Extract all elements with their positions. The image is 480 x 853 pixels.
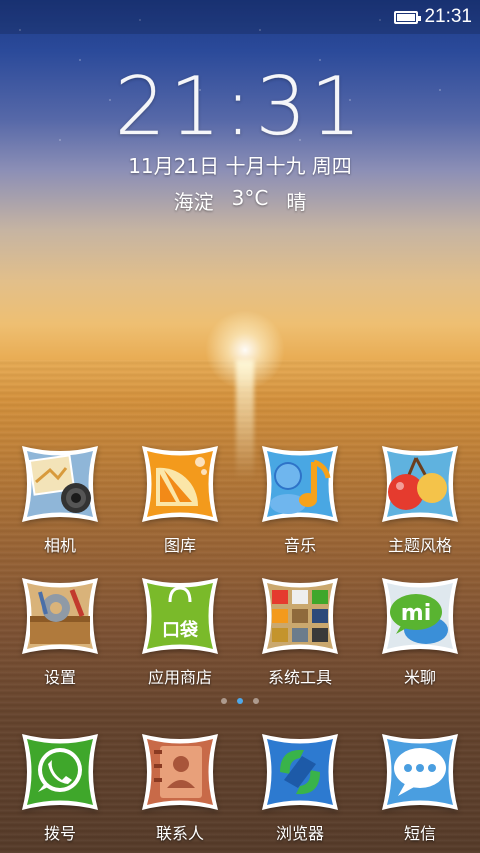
app-label: 主题风格 bbox=[387, 536, 452, 555]
app-store-badge-text: 口袋 bbox=[162, 619, 199, 641]
camera-icon bbox=[16, 440, 104, 528]
app-camera[interactable]: 相机 bbox=[0, 440, 120, 556]
clock-widget-time[interactable]: 21:31 bbox=[0, 61, 480, 152]
weather-temperature: 3°C bbox=[231, 186, 269, 210]
app-label: 相机 bbox=[43, 536, 76, 555]
contacts-icon bbox=[136, 728, 224, 816]
page-dot[interactable] bbox=[253, 698, 259, 704]
status-time: 21:31 bbox=[424, 6, 472, 27]
phone-icon bbox=[16, 728, 104, 816]
app-label: 系统工具 bbox=[267, 668, 332, 687]
app-label: 联系人 bbox=[155, 824, 204, 843]
weather-condition: 晴 bbox=[286, 190, 307, 214]
app-music[interactable]: 音乐 bbox=[240, 440, 360, 556]
miliao-badge-text: mi bbox=[401, 601, 431, 626]
app-label: 米聊 bbox=[403, 668, 436, 687]
dock: 拨号 联系人 浏览器 短信 bbox=[0, 728, 480, 844]
app-gallery[interactable]: 图库 bbox=[120, 440, 240, 556]
app-contacts[interactable]: 联系人 bbox=[120, 728, 240, 844]
app-label: 图库 bbox=[163, 536, 196, 555]
page-dot-active[interactable] bbox=[237, 698, 243, 704]
app-label: 设置 bbox=[43, 668, 76, 687]
app-grid: 相机 图库 音乐 主题风格 设置 口袋 应用商店 系统工具 mi 米聊 bbox=[0, 440, 480, 688]
weather-location: 海淀 bbox=[173, 190, 214, 214]
browser-icon bbox=[256, 728, 344, 816]
app-settings[interactable]: 设置 bbox=[0, 572, 120, 688]
app-label: 拨号 bbox=[43, 824, 76, 843]
app-store-icon: 口袋 bbox=[136, 572, 224, 660]
miliao-icon: mi bbox=[376, 572, 464, 660]
app-messages[interactable]: 短信 bbox=[360, 728, 480, 844]
clock-widget-date: 11月21日 十月十九 周四 bbox=[128, 154, 352, 178]
status-bar: 21:31 bbox=[0, 0, 480, 34]
system-tools-folder-icon bbox=[256, 572, 344, 660]
settings-icon bbox=[16, 572, 104, 660]
page-dot[interactable] bbox=[221, 698, 227, 704]
app-theme[interactable]: 主题风格 bbox=[360, 440, 480, 556]
battery-icon bbox=[394, 10, 422, 24]
page-indicator bbox=[0, 698, 480, 704]
music-icon bbox=[256, 440, 344, 528]
app-label: 短信 bbox=[403, 824, 436, 843]
app-miliao[interactable]: mi 米聊 bbox=[360, 572, 480, 688]
app-browser[interactable]: 浏览器 bbox=[240, 728, 360, 844]
messages-icon bbox=[376, 728, 464, 816]
battery-fill bbox=[397, 13, 416, 21]
folder-system-tools[interactable]: 系统工具 bbox=[240, 572, 360, 688]
app-label: 音乐 bbox=[283, 536, 316, 555]
gallery-icon bbox=[136, 440, 224, 528]
app-label: 应用商店 bbox=[147, 668, 212, 687]
app-label: 浏览器 bbox=[275, 824, 324, 843]
theme-icon bbox=[376, 440, 464, 528]
app-store[interactable]: 口袋 应用商店 bbox=[120, 572, 240, 688]
app-phone[interactable]: 拨号 bbox=[0, 728, 120, 844]
weather-widget[interactable]: 海淀 3°C 晴 bbox=[0, 186, 480, 215]
